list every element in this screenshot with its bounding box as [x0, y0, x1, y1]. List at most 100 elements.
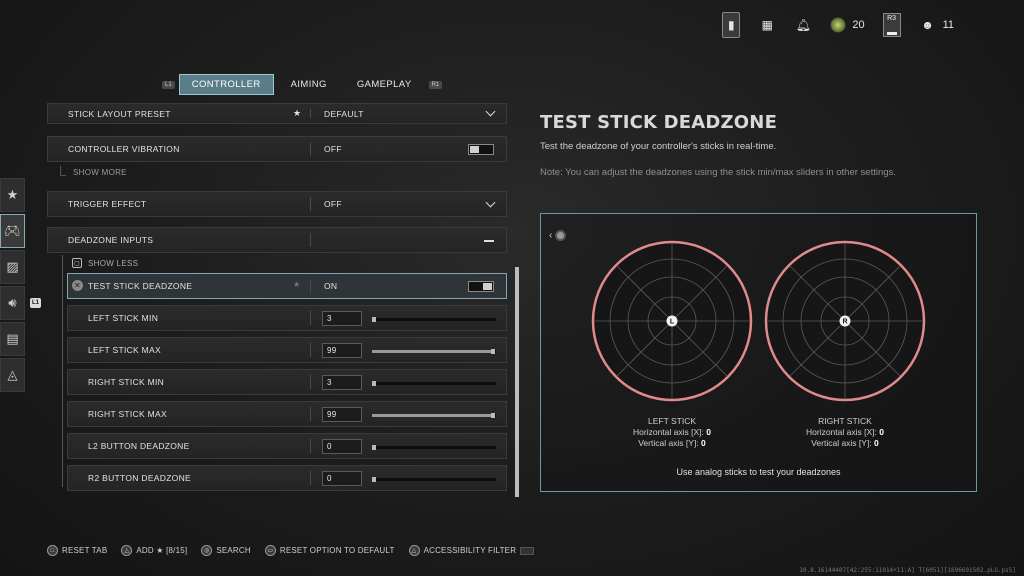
setting-slider-row[interactable]: R2 BUTTON DEADZONE 0 [67, 465, 507, 491]
left-stick-v-value: 0 [701, 438, 706, 448]
setting-stick-layout-preset[interactable]: STICK LAYOUT PRESET ★ DEFAULT [47, 103, 507, 124]
party-count: 11 [942, 19, 954, 31]
r1-key-hint: R1 [428, 80, 443, 89]
vibration-toggle[interactable] [468, 144, 494, 155]
left-stick-h-value: 0 [706, 427, 711, 437]
slider-label: RIGHT STICK MAX [88, 409, 167, 419]
left-stick-graph: L [591, 240, 753, 402]
audio-speaker-icon[interactable]: 🔊︎ [0, 286, 25, 320]
collapse-icon[interactable] [484, 240, 494, 242]
right-stick-h-label: Horizontal axis [X]: [806, 427, 877, 437]
cross-button-icon: ✕ [72, 280, 83, 291]
network-category-icon[interactable]: ◬ [0, 358, 25, 392]
right-stick-readout: RIGHT STICK Horizontal axis [X]: 0 Verti… [765, 416, 925, 449]
l1-button-hint: L1 [30, 298, 42, 308]
tab-controller[interactable]: CONTROLLER [178, 74, 274, 95]
slider-track[interactable] [372, 477, 496, 482]
accessibility-filter-prompt[interactable]: △ ACCESSIBILITY FILTER [408, 545, 535, 556]
setting-controller-vibration[interactable]: CONTROLLER VIBRATION OFF [47, 136, 507, 162]
grid-menu-icon[interactable]: ▦ [758, 13, 776, 37]
bell-icon[interactable]: 🔔︎ [794, 13, 812, 37]
setting-slider-row[interactable]: RIGHT STICK MAX 99 [67, 401, 507, 427]
slider-value-field[interactable]: 99 [322, 343, 362, 358]
l1-key-hint: L1 [162, 80, 175, 89]
panel-note: Note: You can adjust the deadzones using… [540, 167, 896, 178]
stick-badge: R [842, 319, 847, 326]
slider-value-field[interactable]: 3 [322, 311, 362, 326]
panel-description: Test the deadzone of your controller's s… [540, 141, 777, 152]
category-rail: ★ 🎮︎ ▨ 🔊︎ ▤ ◬ [0, 178, 25, 392]
slider-value-field[interactable]: 0 [322, 471, 362, 486]
reset-option-prompt[interactable]: ▭ RESET OPTION TO DEFAULT [264, 545, 395, 556]
status-bar: ▮ ▦ 🔔︎ 20 R3 ☻ 11 [722, 12, 954, 38]
stick-badge: L [670, 319, 675, 326]
r3-key-icon: R3 [882, 13, 901, 37]
right-stick-title: RIGHT STICK [818, 416, 872, 426]
controller-category-icon[interactable]: 🎮︎ [0, 214, 25, 248]
chevron-down-icon[interactable] [485, 197, 496, 208]
triangle-button-icon: △ [408, 545, 420, 556]
settings-scrollbar[interactable] [515, 267, 519, 497]
button-prompts: □ RESET TAB △ ADD ★ [8/15] ◎ SEARCH ▭ RESET … [47, 545, 535, 556]
setting-deadzone-inputs[interactable]: DEADZONE INPUTS [47, 227, 507, 253]
stick-visualizer: L R [591, 240, 926, 402]
slider-value-field[interactable]: 3 [322, 375, 362, 390]
slider-track[interactable] [372, 445, 496, 450]
setting-trigger-effect[interactable]: TRIGGER EFFECT OFF [47, 191, 507, 217]
party-display[interactable]: ☻ 11 [919, 13, 954, 37]
interface-category-icon[interactable]: ▤ [0, 322, 25, 356]
stick-test-area: ‹ L R LEFT STICK Horizontal axis [X]: 0 … [540, 213, 977, 492]
slider-label: RIGHT STICK MIN [88, 377, 165, 387]
test-deadzone-toggle[interactable] [468, 281, 494, 292]
left-stick-v-label: Vertical axis [Y]: [638, 438, 699, 448]
party-icon: ☻ [921, 18, 934, 32]
left-stick-readout: LEFT STICK Horizontal axis [X]: 0 Vertic… [592, 416, 752, 449]
slider-label: LEFT STICK MAX [88, 345, 162, 355]
add-favorite-prompt[interactable]: △ ADD ★ [8/15] [121, 545, 187, 556]
right-stick-v-value: 0 [874, 438, 879, 448]
search-prompt[interactable]: ◎ SEARCH [201, 545, 251, 556]
slider-label: LEFT STICK MIN [88, 313, 159, 323]
setting-test-stick-deadzone[interactable]: ✕ TEST STICK DEADZONE ★ ON [67, 273, 507, 299]
slider-value-field[interactable]: 0 [322, 439, 362, 454]
favorite-star-icon[interactable]: ★ [293, 280, 300, 289]
show-more-link[interactable]: SHOW MORE [73, 168, 127, 177]
slider-track[interactable] [372, 381, 496, 386]
settings-tabs: L1 CONTROLLER AIMING GAMEPLAY R1 [162, 74, 443, 95]
build-string: 10.8.16144407[42:255:11014+11:A] T[6051]… [799, 567, 1016, 574]
setting-slider-row[interactable]: RIGHT STICK MIN 3 [67, 369, 507, 395]
reset-tab-prompt[interactable]: □ RESET TAB [47, 545, 107, 556]
left-stick-title: LEFT STICK [647, 416, 697, 426]
right-stick-graph: R [764, 240, 926, 402]
slider-track[interactable] [372, 349, 496, 354]
accessibility-filter-toggle[interactable] [520, 546, 535, 555]
setting-slider-row[interactable]: LEFT STICK MAX 99 [67, 337, 507, 363]
show-less-link[interactable]: SHOW LESS [88, 259, 138, 268]
slider-value-field[interactable]: 99 [322, 407, 362, 422]
setting-slider-row[interactable]: LEFT STICK MIN 3 [67, 305, 507, 331]
touchpad-button-icon: ▭ [264, 545, 276, 556]
collapse-square-icon: ▢ [72, 258, 82, 268]
panel-title: TEST STICK DEADZONE [540, 112, 778, 133]
favorites-star-icon[interactable]: ★ [0, 178, 25, 212]
rank-display[interactable]: 20 [830, 17, 865, 33]
rank-icon [830, 17, 847, 33]
search-button-icon: ◎ [201, 545, 213, 556]
right-stick-v-label: Vertical axis [Y]: [811, 438, 872, 448]
slider-label: L2 BUTTON DEADZONE [88, 441, 190, 451]
right-stick-h-value: 0 [879, 427, 884, 437]
test-hint: Use analog sticks to test your deadzones [676, 467, 841, 477]
rank-count: 20 [852, 19, 865, 31]
graphics-category-icon[interactable]: ▨ [0, 250, 25, 284]
tab-gameplay[interactable]: GAMEPLAY [344, 74, 425, 95]
controller-icon[interactable]: ▮ [722, 12, 741, 38]
square-button-icon: □ [47, 545, 58, 556]
slider-label: R2 BUTTON DEADZONE [88, 473, 192, 483]
slider-track[interactable] [372, 413, 496, 418]
triangle-button-icon: △ [121, 545, 133, 556]
favorite-star-icon[interactable]: ★ [293, 108, 301, 119]
chevron-down-icon[interactable] [485, 106, 496, 117]
slider-track[interactable] [372, 317, 496, 322]
setting-slider-row[interactable]: L2 BUTTON DEADZONE 0 [67, 433, 507, 459]
tab-aiming[interactable]: AIMING [278, 74, 340, 95]
